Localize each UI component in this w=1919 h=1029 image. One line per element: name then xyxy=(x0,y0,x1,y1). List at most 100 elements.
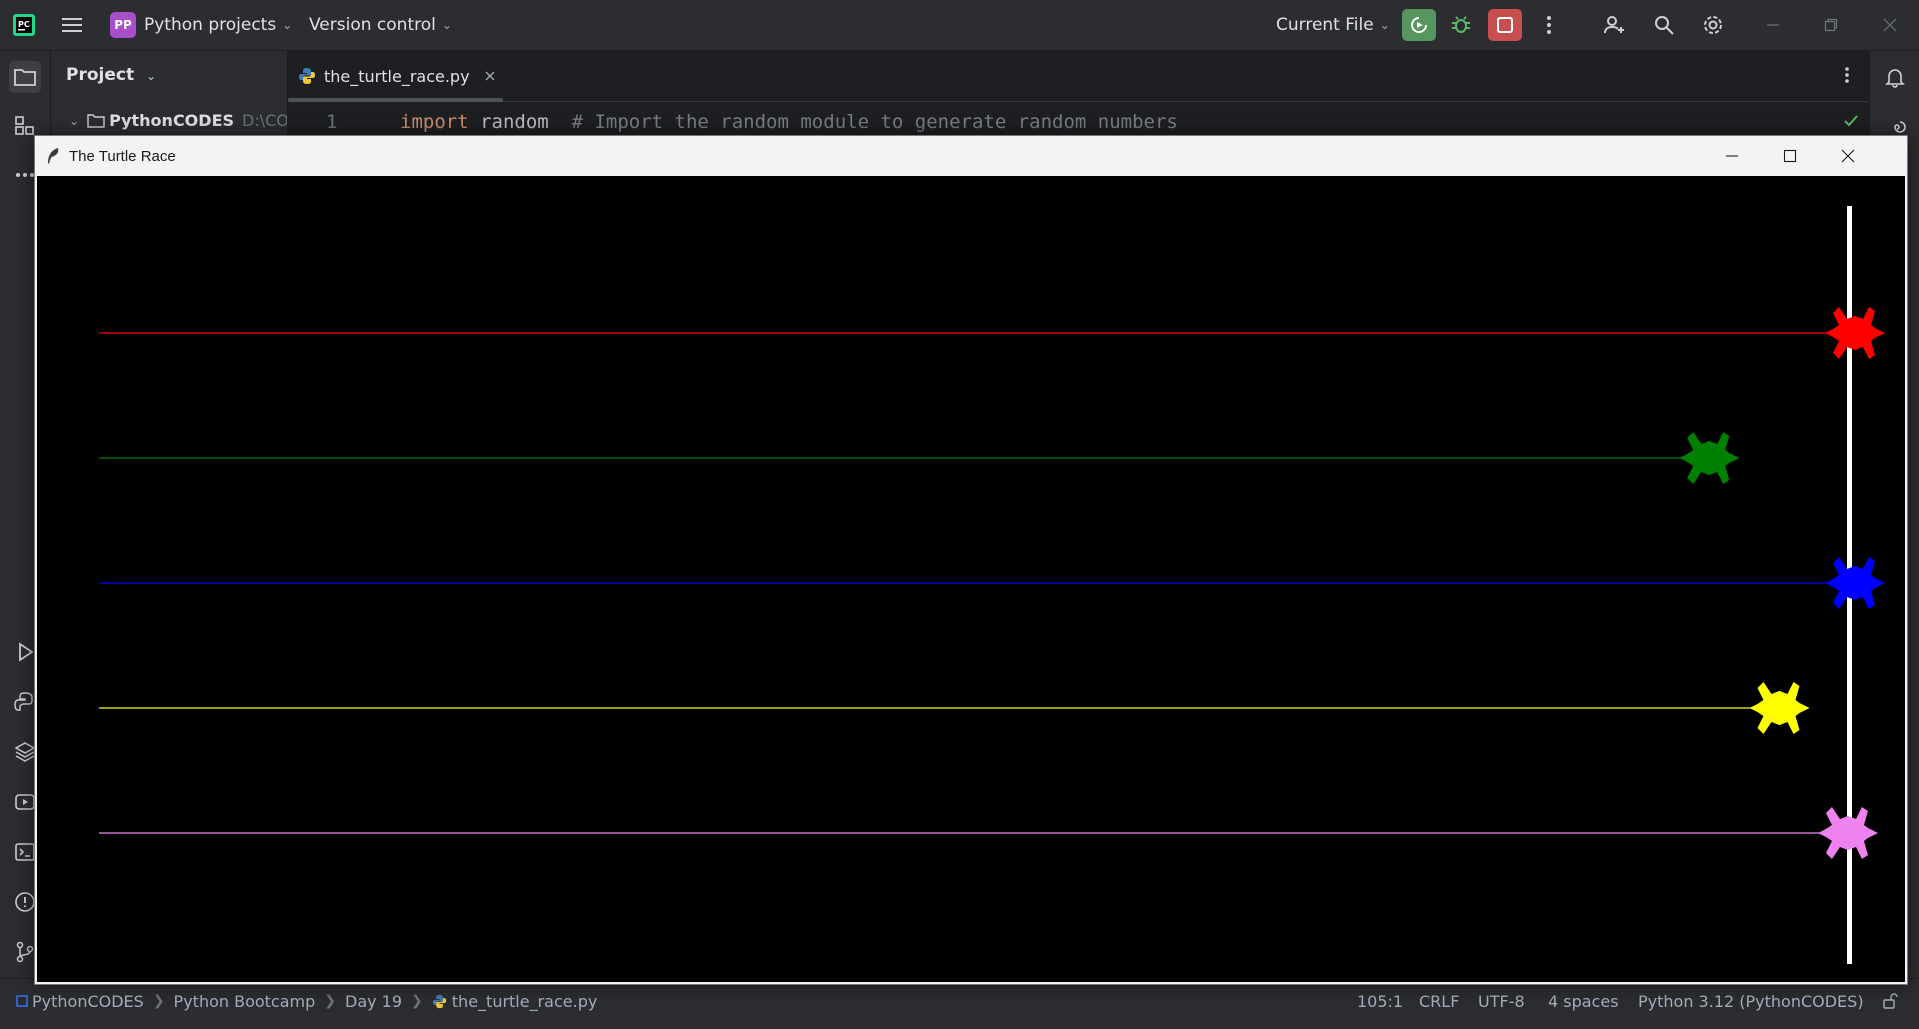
race-track xyxy=(99,206,1885,964)
chevron-down-icon: ⌄ xyxy=(146,69,157,83)
line-number: 1 xyxy=(326,111,338,133)
structure-icon xyxy=(15,116,34,135)
svg-text:PC: PC xyxy=(18,20,30,29)
project-badge: PP xyxy=(110,12,136,38)
python-interpreter[interactable]: Python 3.12 (PythonCODES) xyxy=(1638,979,1864,1023)
editor-tab-bar: the_turtle_race.py xyxy=(288,51,1868,102)
services-icon xyxy=(15,794,35,810)
python-file-icon xyxy=(432,994,446,1008)
unlock-icon xyxy=(1883,993,1898,1009)
project-tree-root[interactable]: ⌄ PythonCODES D:\CO xyxy=(69,111,288,130)
layers-icon xyxy=(14,742,36,762)
run-config-selector[interactable]: Current File ⌄ xyxy=(1276,0,1390,50)
breadcrumb-item[interactable]: the_turtle_race.py xyxy=(452,992,598,1011)
close-button[interactable] xyxy=(1819,136,1877,176)
line-separator[interactable]: CRLF xyxy=(1419,979,1459,1023)
close-ide-button[interactable] xyxy=(1873,9,1907,41)
minimize-button[interactable] xyxy=(1703,136,1761,176)
folder-icon xyxy=(14,69,36,86)
tab-the-turtle-race[interactable]: the_turtle_race.py xyxy=(298,51,496,101)
maximize-icon xyxy=(1783,149,1797,163)
python-file-icon xyxy=(299,68,315,84)
turtle-yellow xyxy=(1749,682,1810,734)
maximize-button[interactable] xyxy=(1761,136,1819,176)
turtle-race-window: The Turtle Race xyxy=(34,135,1908,985)
feather-icon xyxy=(48,148,59,164)
project-switcher[interactable]: PP Python projects ⌄ xyxy=(110,0,292,50)
code-content: import random # Import the random module… xyxy=(400,111,1178,133)
code-keyword: import xyxy=(400,111,469,133)
more-vertical-icon xyxy=(1845,67,1849,83)
rerun-button[interactable] xyxy=(1402,9,1436,41)
chevron-down-icon: ⌄ xyxy=(1379,18,1390,32)
search-button[interactable] xyxy=(1647,9,1681,41)
breadcrumb-item[interactable]: PythonCODES xyxy=(32,992,144,1011)
project-tool-button[interactable] xyxy=(9,61,41,93)
problems-icon xyxy=(15,892,35,912)
stop-icon xyxy=(1497,17,1513,33)
indent-setting[interactable]: 4 spaces xyxy=(1548,979,1619,1023)
turtle-window-title: The Turtle Race xyxy=(69,147,176,165)
bell-icon xyxy=(1885,69,1905,88)
file-encoding[interactable]: UTF-8 xyxy=(1478,979,1525,1023)
caret-position[interactable]: 105:1 xyxy=(1357,979,1403,1023)
main-menu-button[interactable] xyxy=(62,0,84,50)
more-vertical-icon xyxy=(1547,16,1551,34)
more-actions-button[interactable] xyxy=(1532,9,1566,41)
close-tab-icon[interactable] xyxy=(484,70,496,82)
chevron-down-icon: ⌄ xyxy=(441,18,452,32)
stop-button[interactable] xyxy=(1488,9,1522,41)
inspection-ok-icon[interactable] xyxy=(1843,114,1859,128)
code-line[interactable]: 1 import random # Import the random modu… xyxy=(288,111,1868,135)
more-horizontal-icon xyxy=(16,173,34,177)
add-user-button[interactable] xyxy=(1597,9,1631,41)
run-config-label: Current File xyxy=(1276,15,1374,35)
chevron-right-icon: ❯ xyxy=(411,993,423,1009)
debug-button[interactable] xyxy=(1444,9,1478,41)
turtle-blue xyxy=(1825,557,1885,609)
editor-options-button[interactable] xyxy=(1844,66,1850,88)
lock-button[interactable] xyxy=(1882,979,1898,1023)
restore-icon xyxy=(1824,18,1838,32)
pycharm-logo-icon[interactable]: PC xyxy=(12,0,36,50)
module-icon xyxy=(16,995,28,1007)
breadcrumb: PythonCODES ❯ Python Bootcamp ❯ Day 19 ❯… xyxy=(16,979,597,1023)
code-identifier: random xyxy=(468,111,572,133)
breadcrumb-item[interactable]: Day 19 xyxy=(345,992,402,1011)
add-user-icon xyxy=(1604,16,1624,34)
restore-ide-button[interactable] xyxy=(1814,9,1848,41)
root-folder-path: D:\CO xyxy=(242,111,288,130)
turtle-green xyxy=(1679,432,1740,484)
chevron-down-icon: ⌄ xyxy=(69,113,80,128)
search-icon xyxy=(1655,16,1674,35)
breadcrumb-item[interactable]: Python Bootcamp xyxy=(174,992,316,1011)
project-panel-header[interactable]: Project ⌄ xyxy=(66,65,156,85)
chevron-down-icon: ⌄ xyxy=(282,18,293,32)
turtle-window-title-bar[interactable]: The Turtle Race xyxy=(35,136,1907,176)
turtle-red xyxy=(1825,307,1885,359)
close-icon xyxy=(1841,149,1855,163)
minimize-ide-button[interactable] xyxy=(1756,9,1790,41)
ide-title-bar: PC PP Python projects ⌄ Version control … xyxy=(0,0,1919,51)
run-icon xyxy=(19,642,34,662)
notifications-button[interactable] xyxy=(1879,61,1911,93)
project-panel-title: Project xyxy=(66,65,135,85)
turtle-canvas[interactable] xyxy=(37,176,1905,982)
vcs-menu[interactable]: Version control ⌄ xyxy=(309,0,452,50)
settings-button[interactable] xyxy=(1696,9,1730,41)
tab-scrollbar[interactable] xyxy=(288,98,503,102)
minimize-icon xyxy=(1726,155,1738,157)
bug-icon xyxy=(1452,16,1470,33)
git-branch-icon xyxy=(16,941,34,963)
python-console-icon xyxy=(14,692,33,711)
terminal-icon xyxy=(15,843,35,861)
code-comment: # Import the random module to generate r… xyxy=(571,111,1178,133)
project-name: Python projects xyxy=(144,15,277,35)
gear-icon xyxy=(1704,16,1722,34)
status-bar: PythonCODES ❯ Python Bootcamp ❯ Day 19 ❯… xyxy=(0,978,1919,1029)
chevron-right-icon: ❯ xyxy=(324,993,336,1009)
vcs-label: Version control xyxy=(309,15,436,35)
minimize-icon xyxy=(1767,24,1779,26)
hamburger-icon xyxy=(62,18,82,32)
chevron-right-icon: ❯ xyxy=(152,993,165,1009)
